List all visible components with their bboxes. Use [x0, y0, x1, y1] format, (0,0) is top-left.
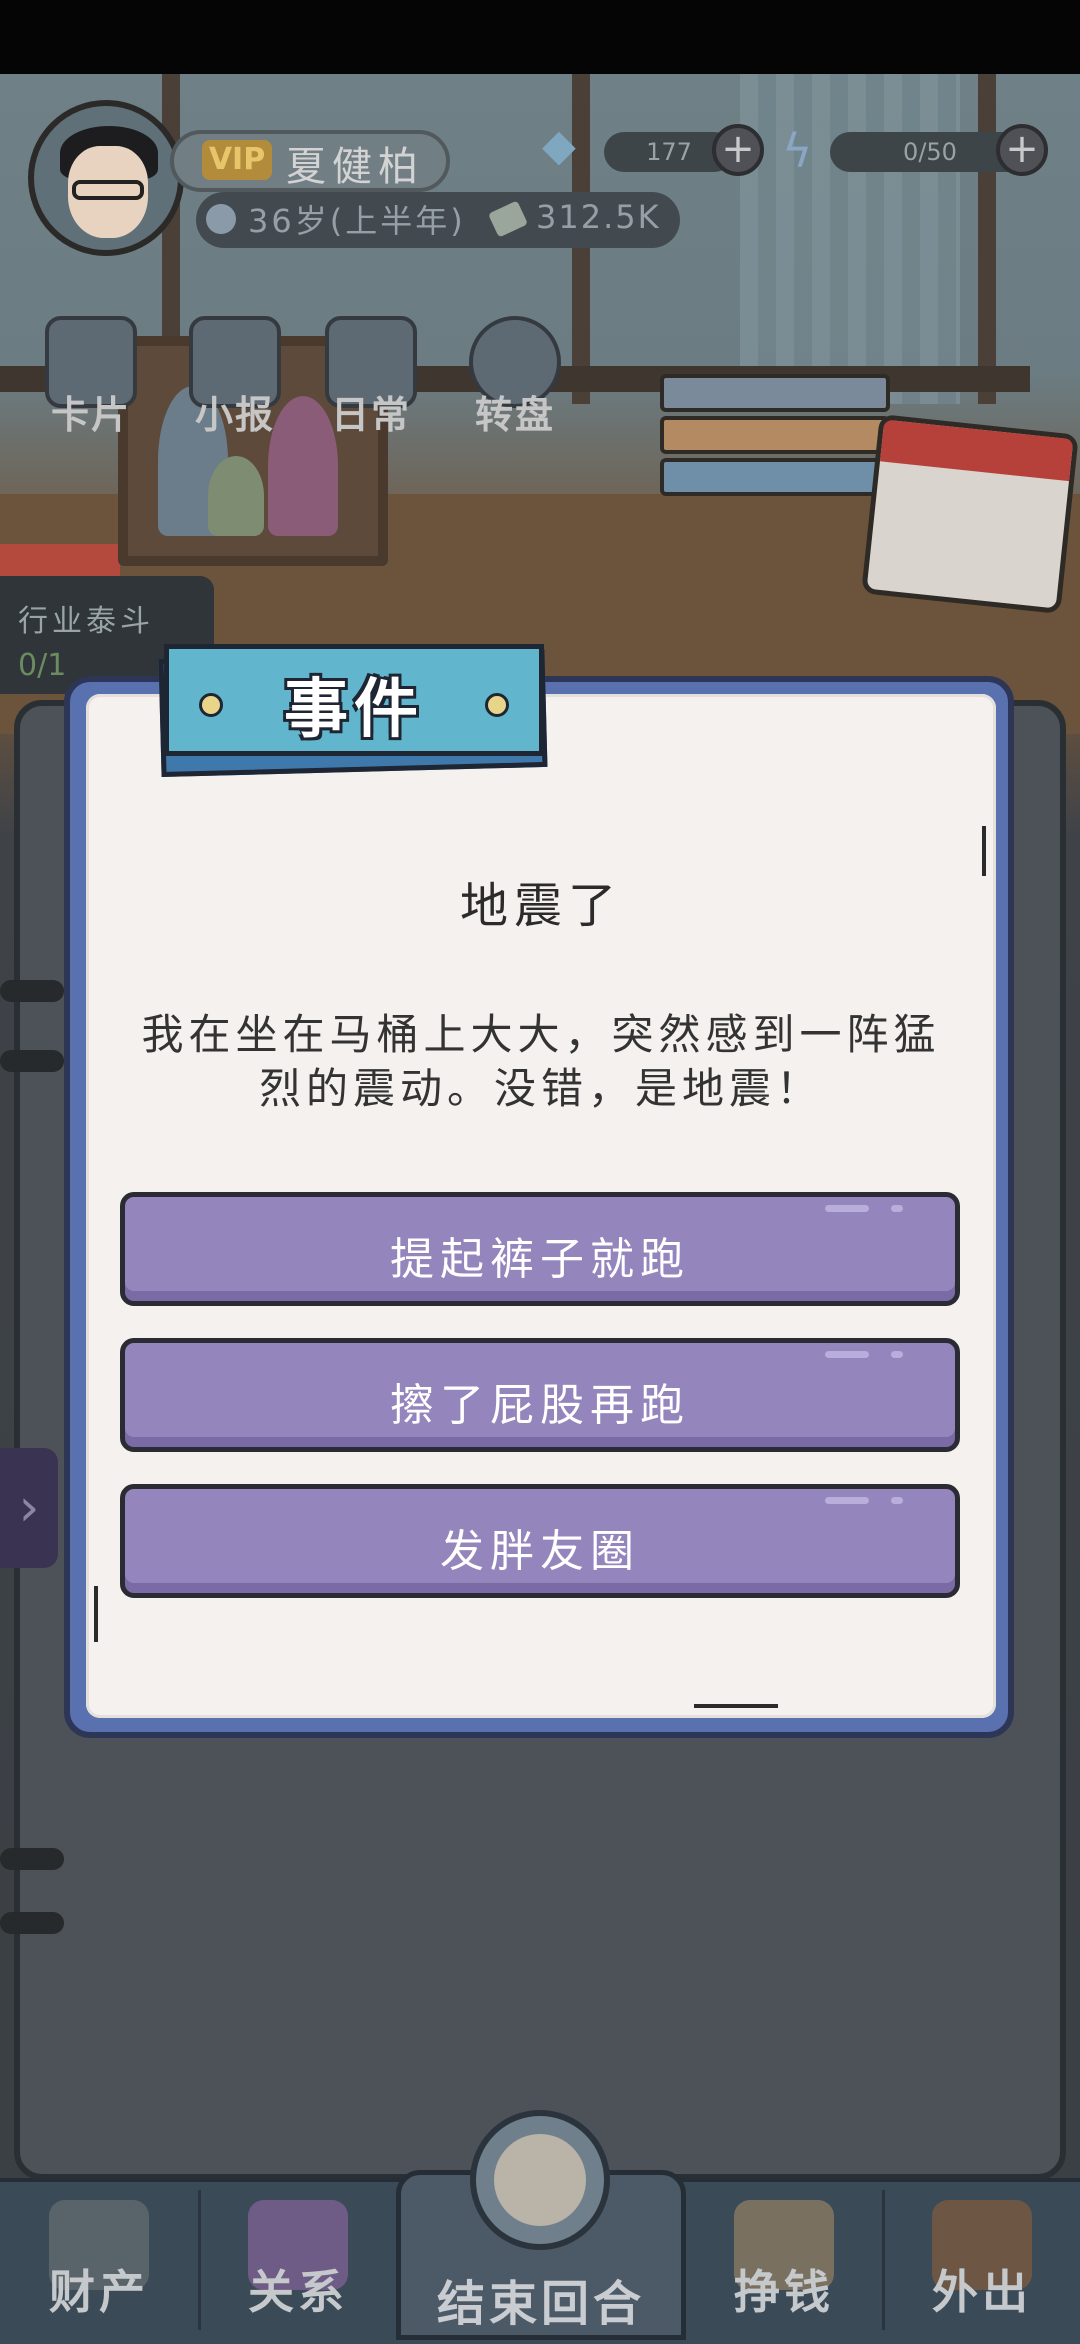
nav-go-out[interactable]: 外出 [884, 2178, 1080, 2340]
chevron-right-icon[interactable]: › [0, 1448, 58, 1568]
clock-icon [206, 204, 236, 234]
books [660, 374, 890, 504]
choice-label: 擦了屁股再跑 [390, 1380, 690, 1431]
alarm-clock-icon [470, 2110, 610, 2250]
nav-label: 外出 [932, 2265, 1032, 2319]
lightning-icon: ϟ [782, 124, 813, 178]
quick-menu-daily[interactable]: 日常 [316, 316, 426, 439]
quick-menu-newspaper[interactable]: 小报 [180, 316, 290, 439]
quick-menu-label: 卡片 [50, 393, 131, 437]
avatar[interactable] [28, 100, 184, 256]
choice-label: 提起裤子就跑 [390, 1234, 690, 1285]
quick-menu-wheel[interactable]: 转盘 [460, 316, 570, 439]
binder-ring [0, 1912, 64, 1934]
quick-menu-label: 小报 [194, 393, 275, 437]
nav-relations[interactable]: 关系 [200, 2178, 396, 2340]
status-bar [0, 0, 1080, 74]
nav-label: 关系 [248, 2265, 348, 2319]
add-gems-button[interactable]: + [712, 124, 764, 176]
curtain [740, 74, 960, 404]
add-energy-button[interactable]: + [996, 124, 1048, 176]
money-value: 312.5K [536, 198, 661, 236]
player-name: 夏健柏 [286, 144, 424, 190]
nav-label: 挣钱 [734, 2265, 834, 2319]
choice-label: 发胖友圈 [440, 1526, 640, 1577]
event-title: 地震了 [459, 878, 622, 934]
choice-button-post-moments[interactable]: 发胖友圈 [120, 1484, 960, 1598]
nav-earn[interactable]: 挣钱 [686, 2178, 882, 2340]
page-indicator [694, 1704, 778, 1708]
binder-ring [0, 980, 64, 1002]
window-frame [978, 74, 996, 404]
player-age: 36岁(上半年) [248, 202, 466, 240]
quick-menu-cards[interactable]: 卡片 [36, 316, 146, 439]
diamond-icon: ◆ [542, 120, 576, 171]
quick-menu-label: 转盘 [474, 393, 555, 437]
nav-assets[interactable]: 财产 [0, 2178, 198, 2340]
achievement-progress: 0/1 [18, 648, 67, 683]
nav-label: 财产 [49, 2265, 149, 2319]
event-tag-label: 事件 [284, 673, 424, 747]
end-turn-label: 结束回合 [436, 2276, 645, 2332]
calendar [861, 414, 1079, 614]
choice-button-run[interactable]: 提起裤子就跑 [120, 1192, 960, 1306]
choice-button-wipe-then-run[interactable]: 擦了屁股再跑 [120, 1338, 960, 1452]
quick-menu-label: 日常 [330, 393, 411, 437]
binder-ring [0, 1848, 64, 1870]
binder-ring [0, 1050, 64, 1072]
scroll-indicator [94, 1586, 98, 1642]
event-description: 我在坐在马桶上大大，突然感到一阵猛烈的震动。没错，是地震！ [141, 1010, 941, 1113]
vip-badge[interactable]: VIP [202, 140, 272, 180]
achievement-title: 行业泰斗 [18, 604, 154, 639]
